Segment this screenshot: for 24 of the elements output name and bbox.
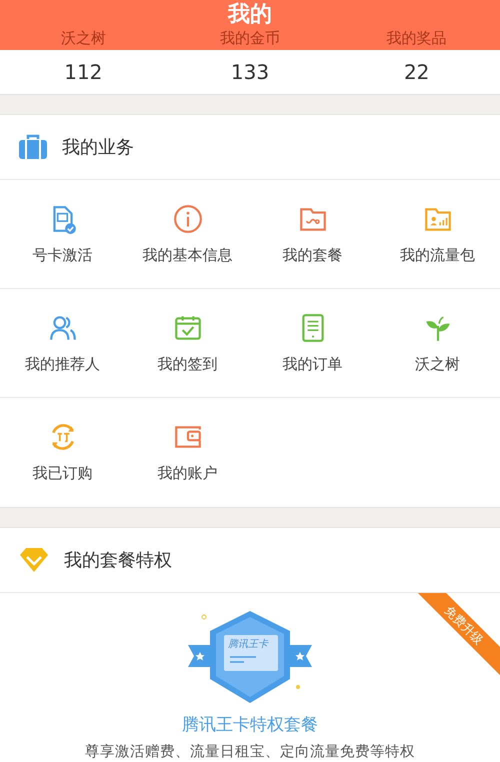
page-title: 我的 bbox=[228, 1, 272, 28]
service-item[interactable]: 号卡激活 bbox=[0, 180, 125, 289]
service-item[interactable]: 我已订购 bbox=[0, 398, 125, 507]
service-item[interactable]: 沃之树 bbox=[375, 289, 500, 398]
service-item[interactable]: 我的推荐人 bbox=[0, 289, 125, 398]
service-item[interactable]: 我的套餐 bbox=[250, 180, 375, 289]
diamond-icon bbox=[18, 546, 50, 574]
stat-label: 沃之树 bbox=[60, 29, 107, 47]
info-icon bbox=[172, 204, 202, 234]
stat-value[interactable]: 22 bbox=[333, 60, 500, 84]
plan-description: 尊享激活赠费、流量日租宝、定向流量免费等特权 bbox=[85, 742, 415, 761]
stat-value[interactable]: 133 bbox=[166, 60, 334, 84]
section-title: 我的套餐特权 bbox=[64, 549, 172, 572]
card-text: 腾讯王卡 bbox=[228, 638, 268, 651]
service-item[interactable]: 我的基本信息 bbox=[125, 180, 250, 289]
briefcase-icon bbox=[18, 134, 48, 160]
service-item[interactable]: 我的账户 bbox=[125, 398, 250, 507]
stat-label: 我的奖品 bbox=[386, 29, 448, 47]
service-item[interactable]: 我的流量包 bbox=[375, 180, 500, 289]
section-title: 我的业务 bbox=[62, 136, 134, 159]
service-item[interactable]: 我的订单 bbox=[250, 289, 375, 398]
service-item[interactable]: 我的签到 bbox=[125, 289, 250, 398]
stat-label: 我的金币 bbox=[219, 29, 281, 47]
stat-value[interactable]: 112 bbox=[0, 60, 167, 84]
